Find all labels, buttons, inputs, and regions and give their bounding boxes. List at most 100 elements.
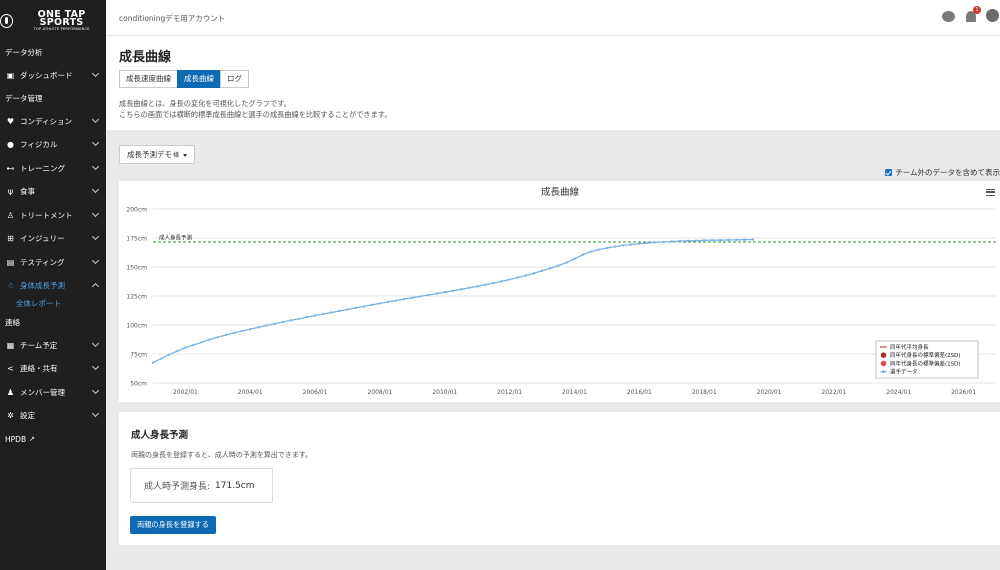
tab-growth-velocity[interactable]: 成長速度曲線 — [119, 70, 178, 88]
data-point — [451, 289, 455, 292]
chart-title: 成長曲線 — [541, 186, 580, 198]
data-point — [257, 326, 260, 329]
x-tick-label: 2024/01 — [886, 389, 911, 396]
logo[interactable]: ONE TAP SPORTS TOP ATHLETE PERFORMANCE — [0, 0, 106, 42]
sidebar-item-team-schedule[interactable]: ▦ チーム予定 — [0, 334, 106, 358]
data-point — [589, 250, 592, 253]
data-point — [662, 240, 665, 244]
tab-log[interactable]: ログ — [220, 70, 249, 88]
sidebar-subitem-overall-report[interactable]: 全体レポート — [0, 298, 106, 312]
data-point — [200, 340, 203, 344]
data-point — [719, 238, 722, 242]
dumbbell-icon: ⊷ — [6, 163, 15, 173]
sidebar-item-dashboard[interactable]: ▣ ダッシュボード — [0, 64, 106, 88]
tab-growth-curve[interactable]: 成長曲線 — [177, 70, 221, 88]
chart-menu-icon[interactable] — [986, 189, 995, 196]
logo-mark-icon — [0, 14, 14, 28]
sidebar-item-label: トリートメント — [20, 210, 73, 220]
data-point — [411, 296, 414, 299]
sidebar-item-training[interactable]: ⊷ トレーニング — [0, 157, 106, 181]
data-point — [476, 285, 479, 288]
section-data-analysis: データ分析 — [5, 48, 43, 57]
data-point — [646, 241, 649, 245]
data-point — [508, 278, 511, 281]
register-parents-height-button[interactable]: 両親の身長を登録する — [130, 516, 216, 534]
athlete-select[interactable]: 成長予測デモ様 — [119, 145, 196, 164]
child-icon: ☃ — [6, 281, 15, 291]
chat-icon[interactable] — [942, 9, 956, 23]
data-point — [192, 343, 195, 347]
data-point — [467, 286, 471, 289]
sidebar-item-hpdb[interactable]: HPDB ↗ — [0, 428, 106, 452]
data-point — [176, 349, 179, 353]
gear-icon: ✲ — [7, 411, 14, 421]
sidebar-item-label: 身体成長予測 — [20, 281, 65, 291]
data-point — [208, 338, 211, 341]
data-point — [403, 297, 406, 301]
sidebar-item-testing[interactable]: ▤ テスティング — [0, 251, 106, 275]
share-icon: < — [7, 364, 14, 374]
bell-icon[interactable]: 1 — [964, 6, 981, 23]
chevron-down-icon — [91, 339, 100, 347]
checkbox-checked-icon[interactable] — [885, 169, 893, 176]
data-point — [159, 357, 163, 360]
chevron-down-icon — [91, 162, 100, 170]
sidebar-item-label: 連絡・共有 — [20, 364, 58, 374]
sidebar-item-label: トレーニング — [20, 163, 65, 173]
heartbeat-icon: ♥ — [6, 116, 15, 126]
chevron-down-icon — [91, 115, 100, 123]
include-external-checkbox[interactable]: チーム外のデータを含めて表示 — [885, 167, 1000, 178]
data-point — [605, 246, 609, 250]
data-point — [670, 240, 673, 243]
data-point — [443, 290, 447, 294]
prediction-note: 両親の身長を登録すると、成人時の予測を算出できます。 — [131, 451, 313, 459]
person-circle-icon: ● — [7, 140, 14, 150]
adult-height-prediction-card: 成人身長予測 両親の身長を登録すると、成人時の予測を算出できます。 成人時予測身… — [119, 412, 1000, 545]
sidebar-item-label: 設定 — [20, 411, 35, 421]
sidebar-item-member-management[interactable]: ♟ メンバー管理 — [0, 381, 106, 405]
sidebar-item-meal[interactable]: ψ 食事 — [0, 180, 106, 204]
data-point — [305, 315, 309, 319]
sidebar-item-growth-prediction[interactable]: ☃ 身体成長予測 — [0, 274, 106, 298]
data-point — [265, 324, 268, 327]
chevron-down-icon — [91, 209, 100, 217]
growth-chart: 成長曲線 200cm 175cm 150cm 125cm 100cm 75cm 50cm 200… — [119, 181, 1000, 402]
sidebar-item-label: フィジカル — [20, 140, 58, 150]
sidebar-item-injury[interactable]: ⊞ インジュリー — [0, 227, 106, 251]
chevron-down-icon — [91, 138, 100, 147]
sidebar-item-condition[interactable]: ♥ コンディション — [0, 110, 106, 134]
data-point — [751, 238, 755, 241]
sidebar-item-contact-share[interactable]: < 連絡・共有 — [0, 357, 106, 381]
user-avatar-icon[interactable] — [986, 9, 1000, 23]
y-tick-label: 175cm — [126, 236, 147, 243]
sidebar-item-label: チーム予定 — [20, 340, 58, 350]
data-point — [370, 303, 374, 307]
x-tick-label: 2016/01 — [627, 389, 652, 396]
data-point — [532, 272, 536, 275]
prediction-value: 171.5cm — [215, 480, 255, 491]
data-point — [540, 269, 544, 273]
legend-marker — [882, 370, 885, 374]
data-point — [224, 333, 228, 337]
y-tick-label: 100cm — [126, 323, 147, 330]
sidebar-item-physical[interactable]: ● フィジカル — [0, 133, 106, 157]
sidebar-item-settings[interactable]: ✲ 設定 — [0, 404, 106, 428]
legend-label: 同年代身長の標準偏差(2SD) — [890, 351, 961, 359]
data-point — [427, 293, 430, 297]
data-point — [638, 242, 641, 245]
sidebar-item-treatment[interactable]: ♙ トリートメント — [0, 204, 106, 228]
chevron-down-icon — [91, 362, 100, 371]
sidebar-item-label: コンディション — [20, 116, 72, 126]
x-tick-label: 2026/01 — [951, 389, 976, 396]
data-point — [151, 361, 155, 364]
account-name: conditioningデモ用アカウント — [119, 14, 226, 23]
y-tick-label: 75cm — [130, 352, 147, 359]
data-point — [524, 274, 528, 277]
top-bar: conditioningデモ用アカウント 1 — [106, 0, 1000, 36]
data-point — [727, 238, 730, 242]
sidebar-item-label: インジュリー — [20, 234, 65, 244]
calendar-icon: ▦ — [6, 340, 15, 350]
data-point — [297, 317, 301, 320]
sidebar-item-label: メンバー管理 — [20, 387, 65, 397]
data-point — [273, 322, 276, 325]
